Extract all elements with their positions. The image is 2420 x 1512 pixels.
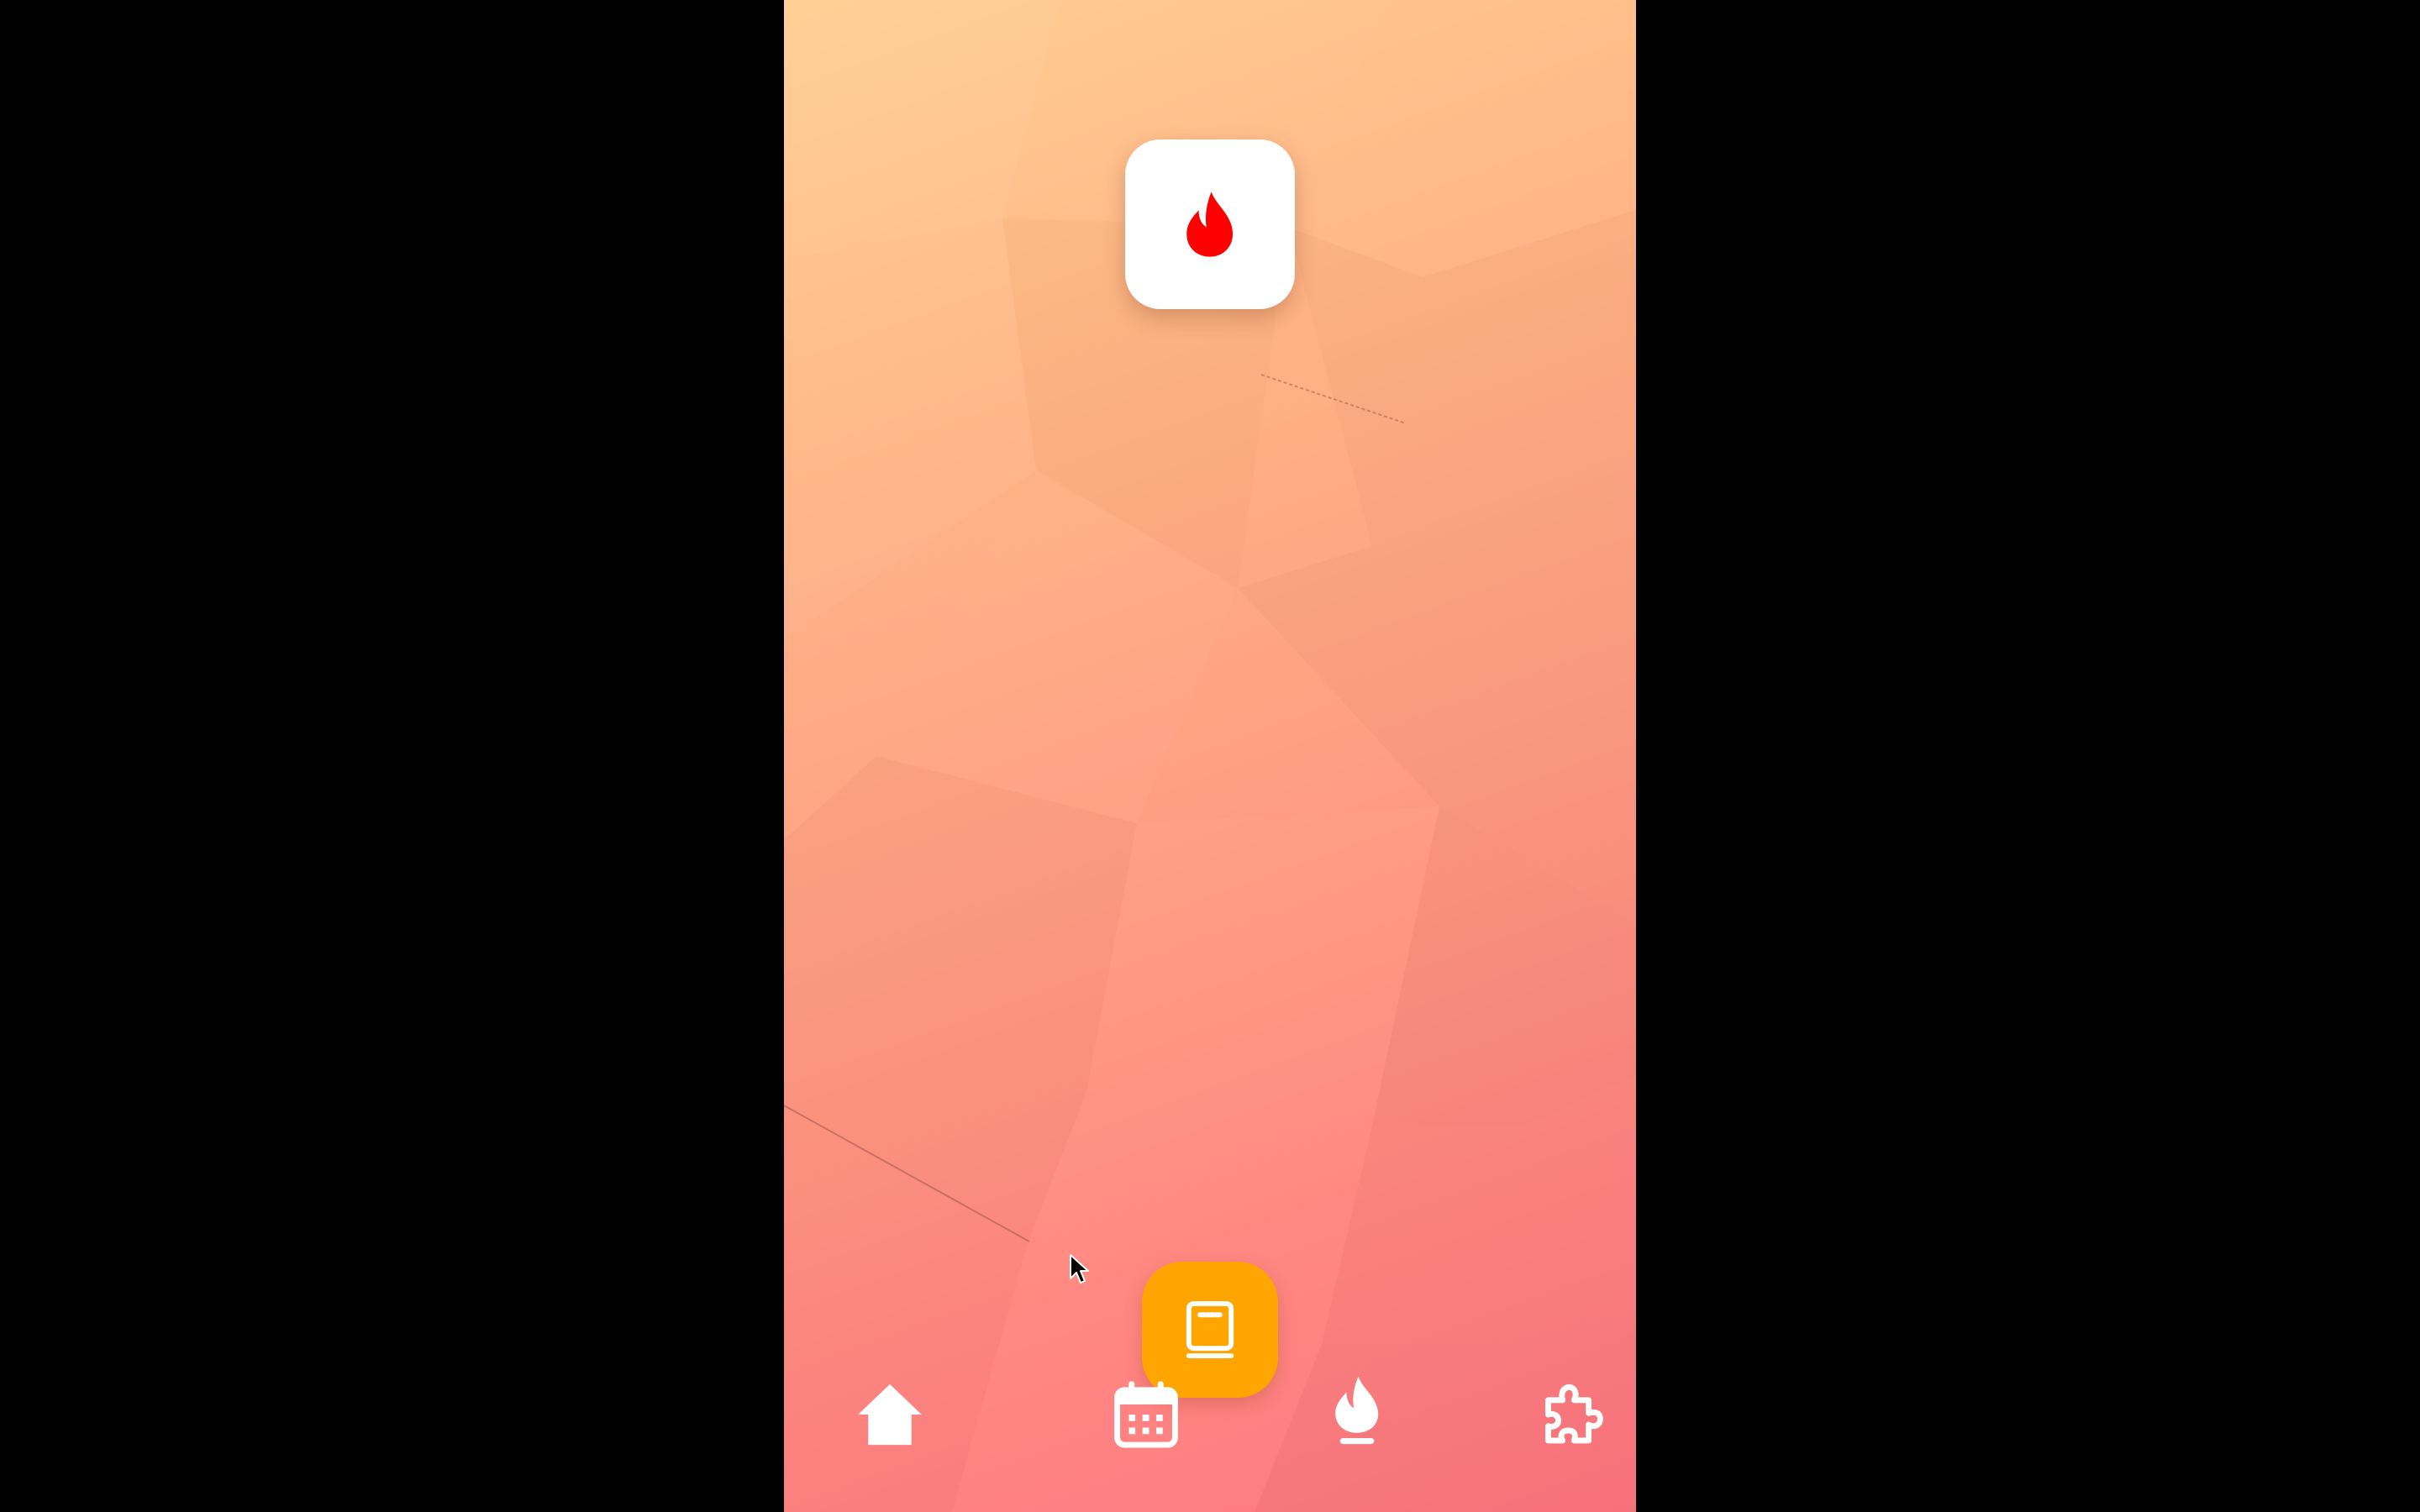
calendar-icon (1114, 1381, 1178, 1448)
puzzle-icon (1545, 1383, 1603, 1444)
home-icon (858, 1383, 922, 1446)
active-indicator (1339, 1438, 1375, 1445)
nav-fire-button[interactable] (1315, 1369, 1399, 1453)
fire-icon (1186, 192, 1234, 257)
app-logo-tile[interactable] (1125, 139, 1295, 309)
phone-screen (784, 0, 1636, 1512)
nav-home-button[interactable] (848, 1373, 932, 1457)
mouse-cursor-icon (1070, 1254, 1089, 1284)
fire-icon (1335, 1376, 1379, 1445)
screen-background (0, 0, 2420, 1512)
nav-plugins-button[interactable] (1529, 1373, 1613, 1457)
nav-calendar-button[interactable] (1104, 1373, 1188, 1457)
book-icon (1186, 1300, 1234, 1359)
